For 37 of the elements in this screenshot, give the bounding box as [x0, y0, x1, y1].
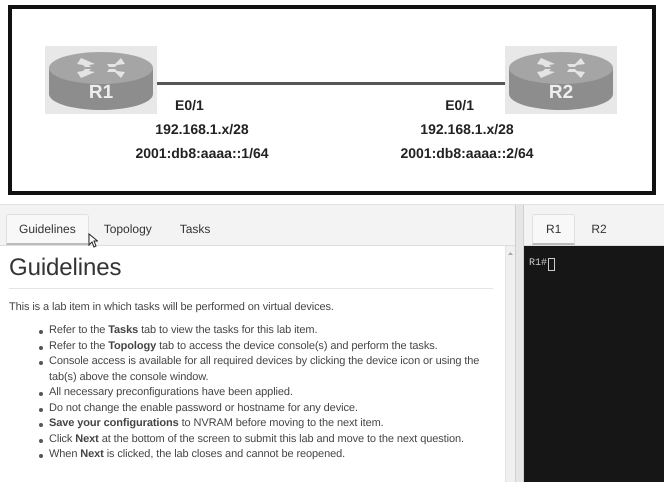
- bullet-icon: [39, 408, 43, 412]
- router-label: R1: [88, 82, 114, 104]
- guideline-text: Do not change the enable password or hostname for any device.: [49, 400, 358, 416]
- guideline-text: Save your configurations to NVRAM before moving to the next item.: [49, 416, 384, 431]
- pane-splitter[interactable]: [515, 205, 524, 482]
- bullet-icon: [39, 438, 43, 442]
- scrollbar[interactable]: [505, 246, 515, 482]
- console-terminal[interactable]: R1#: [524, 246, 664, 482]
- ipv6-address: 2001:db8:aaaa::1/64: [134, 145, 270, 161]
- bullet-icon: [39, 330, 43, 334]
- text-cursor-icon: [548, 258, 556, 271]
- router-label: R2: [548, 82, 574, 104]
- tab[interactable]: Topology: [90, 214, 165, 245]
- guideline-text: Refer to the Tasks tab to view the tasks for this lab item.: [49, 323, 318, 338]
- interface-label: E0/1: [175, 97, 205, 113]
- guideline-text: When Next is clicked, the lab closes and cannot be reopened.: [49, 447, 346, 462]
- intro-text: This is a lab item in which tasks will be performed on virtual devices.: [9, 301, 335, 313]
- tab[interactable]: Tasks: [166, 214, 224, 245]
- guideline-text: Click Next at the bottom of the screen to submit this lab and move to the next question.: [49, 432, 464, 446]
- guideline-text: All necessary preconfigurations have been applied.: [49, 385, 293, 400]
- guideline-text: Console access is available for all required devices by clicking the device icon or using the tab(s) above the console window.: [49, 354, 480, 384]
- scroll-up-icon[interactable]: [508, 252, 513, 255]
- ipv4-address: 192.168.1.x/28: [154, 121, 250, 137]
- guideline-text: Refer to the Topology tab to access the device console(s) and perform the tasks.: [49, 338, 438, 354]
- section-heading: Guidelines: [9, 254, 493, 289]
- bullet-icon: [39, 361, 43, 365]
- bullet-icon: [39, 454, 43, 458]
- tab[interactable]: Guidelines: [6, 214, 89, 245]
- interface-label: E0/1: [444, 97, 474, 113]
- console-tab[interactable]: R2: [577, 214, 621, 245]
- console-tab[interactable]: R1: [532, 214, 576, 245]
- bullet-icon: [39, 392, 43, 396]
- ipv4-address: 192.168.1.x/28: [419, 121, 515, 137]
- bullet-icon: [39, 346, 43, 350]
- ipv6-address: 2001:db8:aaaa::2/64: [399, 145, 535, 161]
- console-prompt: R1#: [529, 258, 548, 269]
- bullet-icon: [39, 423, 43, 427]
